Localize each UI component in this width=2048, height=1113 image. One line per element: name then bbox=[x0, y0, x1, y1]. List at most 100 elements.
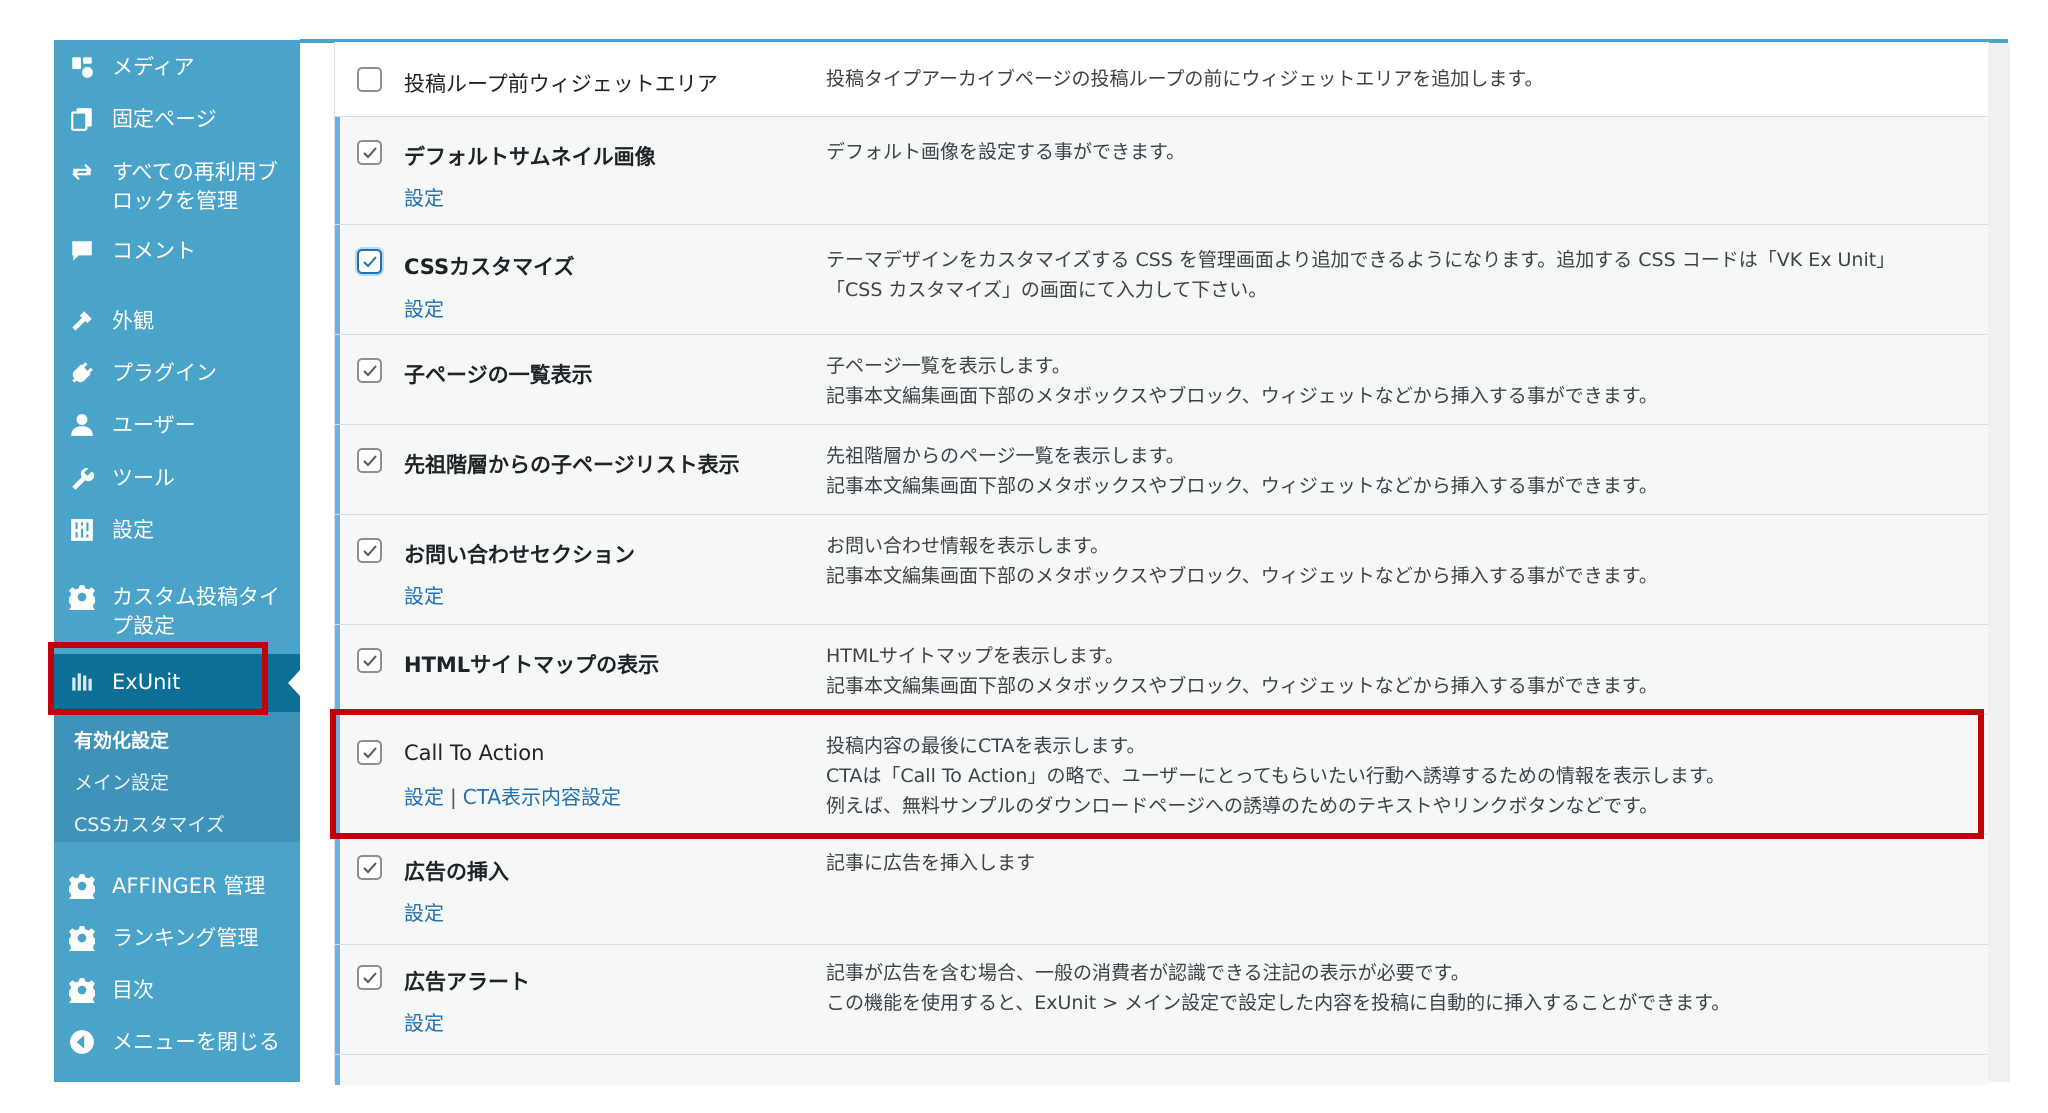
module-name: 広告アラート bbox=[404, 970, 530, 994]
sidebar-item-label: コメント bbox=[112, 239, 196, 263]
module-description: 子ページ一覧を表示します。 記事本文編集画面下部のメタボックスやブロック、ウィジ… bbox=[826, 351, 1966, 411]
module-row-partial bbox=[335, 1055, 1989, 1085]
module-name: 子ページの一覧表示 bbox=[404, 363, 593, 387]
submenu-main-settings[interactable]: メイン設定 bbox=[74, 768, 169, 795]
module-description: 先祖階層からのページ一覧を表示します。 記事本文編集画面下部のメタボックスやブロ… bbox=[826, 441, 1966, 501]
sidebar-item-affinger[interactable]: AFFINGER 管理 bbox=[54, 872, 300, 901]
sidebar-item-users[interactable]: ユーザー bbox=[54, 411, 300, 440]
module-description: 投稿タイプアーカイブページの投稿ループの前にウィジェットエリアを追加します。 bbox=[826, 64, 1966, 94]
module-checkbox[interactable] bbox=[357, 67, 382, 92]
gear-icon bbox=[68, 583, 96, 611]
module-checkbox[interactable] bbox=[357, 648, 382, 673]
sidebar-item-comments[interactable]: コメント bbox=[54, 237, 300, 266]
pages-icon bbox=[68, 105, 96, 133]
sidebar-item-label: メディア bbox=[112, 55, 195, 79]
module-name: 先祖階層からの子ページリスト表示 bbox=[404, 453, 740, 477]
sidebar-item-plugins[interactable]: プラグイン bbox=[54, 359, 300, 388]
settings-link[interactable]: 設定 bbox=[404, 186, 444, 210]
plugins-icon bbox=[68, 359, 96, 387]
sidebar-item-label: ランキング管理 bbox=[112, 926, 259, 950]
module-row-html-sitemap: HTMLサイトマップの表示 HTMLサイトマップを表示します。 記事本文編集画面… bbox=[335, 625, 1989, 715]
sidebar-item-label: 目次 bbox=[112, 978, 154, 1002]
description-line: 子ページ一覧を表示します。 bbox=[826, 355, 1071, 377]
sidebar-item-tools[interactable]: ツール bbox=[54, 464, 300, 493]
sidebar-item-collapse-menu[interactable]: メニューを閉じる bbox=[54, 1028, 300, 1057]
admin-sidebar: メディア 固定ページ すべての再利用ブロックを管理 コメント 外観 プラグイン … bbox=[54, 40, 301, 1082]
module-description: テーマデザインをカスタマイズする CSS を管理画面より追加できるようになります… bbox=[826, 245, 1966, 305]
module-description: デフォルト画像を設定する事ができます。 bbox=[826, 137, 1966, 167]
module-row-css-customize: CSSカスタマイズ 設定 テーマデザインをカスタマイズする CSS を管理画面よ… bbox=[335, 225, 1989, 335]
sidebar-item-label: すべての再利用ブロックを管理 bbox=[112, 160, 278, 213]
module-checkbox[interactable] bbox=[357, 448, 382, 473]
sidebar-item-settings[interactable]: 設定 bbox=[54, 516, 300, 545]
description-line: 記事本文編集画面下部のメタボックスやブロック、ウィジェットなどから挿入する事がで… bbox=[826, 565, 1658, 587]
settings-link[interactable]: 設定 bbox=[404, 1011, 444, 1035]
sidebar-item-ranking[interactable]: ランキング管理 bbox=[54, 924, 300, 953]
module-checkbox[interactable] bbox=[357, 965, 382, 990]
module-description: お問い合わせ情報を表示します。 記事本文編集画面下部のメタボックスやブロック、ウ… bbox=[826, 531, 1966, 591]
module-name: HTMLサイトマップの表示 bbox=[404, 653, 660, 677]
module-checkbox[interactable] bbox=[357, 249, 382, 274]
description-line: 記事本文編集画面下部のメタボックスやブロック、ウィジェットなどから挿入する事がで… bbox=[826, 675, 1658, 697]
sidebar-item-media[interactable]: メディア bbox=[54, 53, 300, 82]
sidebar-item-label: 固定ページ bbox=[112, 107, 217, 131]
description-line: お問い合わせ情報を表示します。 bbox=[826, 535, 1110, 557]
sidebar-item-pages[interactable]: 固定ページ bbox=[54, 105, 300, 134]
sidebar-item-toc[interactable]: 目次 bbox=[54, 976, 300, 1005]
settings-link[interactable]: 設定 bbox=[404, 584, 444, 608]
gear-icon bbox=[68, 872, 96, 900]
module-actions: 設定 bbox=[404, 293, 444, 322]
sidebar-item-appearance[interactable]: 外観 bbox=[54, 307, 300, 336]
module-row-default-thumbnail: デフォルトサムネイル画像 設定 デフォルト画像を設定する事ができます。 bbox=[335, 117, 1989, 225]
exunit-submenu: 有効化設定 メイン設定 CSSカスタマイズ bbox=[54, 712, 300, 842]
current-arrow bbox=[288, 669, 301, 697]
description-line: テーマデザインをカスタマイズする CSS を管理画面より追加できるようになります… bbox=[826, 249, 1896, 271]
description-line: 先祖階層からのページ一覧を表示します。 bbox=[826, 445, 1185, 467]
sidebar-item-custom-post-types[interactable]: カスタム投稿タイプ設定 bbox=[54, 583, 300, 641]
comments-icon bbox=[68, 237, 96, 265]
description-line: デフォルト画像を設定する事ができます。 bbox=[826, 141, 1186, 163]
sidebar-item-label: メニューを閉じる bbox=[112, 1030, 280, 1054]
module-row-child-page-list: 子ページの一覧表示 子ページ一覧を表示します。 記事本文編集画面下部のメタボック… bbox=[335, 335, 1989, 425]
module-checkbox[interactable] bbox=[357, 140, 382, 165]
module-actions: 設定 bbox=[404, 1007, 444, 1036]
module-checkbox[interactable] bbox=[357, 855, 382, 880]
module-name: デフォルトサムネイル画像 bbox=[404, 145, 656, 169]
module-checkbox[interactable] bbox=[357, 538, 382, 563]
tools-icon bbox=[68, 464, 96, 492]
collapse-icon bbox=[68, 1028, 96, 1056]
module-description: 記事に広告を挿入します bbox=[826, 848, 1966, 878]
settings-link[interactable]: 設定 bbox=[404, 297, 444, 321]
module-list: 投稿ループ前ウィジェットエリア 投稿タイプアーカイブページの投稿ループの前にウィ… bbox=[334, 42, 1989, 1085]
module-row-ad-alert: 広告アラート 設定 記事が広告を含む場合、一般の消費者が認識できる注記の表示が必… bbox=[335, 945, 1989, 1055]
users-icon bbox=[68, 411, 96, 439]
sidebar-item-label: 外観 bbox=[112, 309, 154, 333]
submenu-activation-settings[interactable]: 有効化設定 bbox=[74, 726, 169, 753]
module-name: 広告の挿入 bbox=[404, 860, 509, 884]
module-checkbox[interactable] bbox=[357, 358, 382, 383]
module-name: お問い合わせセクション bbox=[404, 543, 635, 567]
sidebar-highlight-box bbox=[48, 642, 268, 715]
description-line: HTMLサイトマップを表示します。 bbox=[826, 645, 1124, 667]
sidebar-item-label: AFFINGER 管理 bbox=[112, 874, 266, 898]
module-row-before-loop-widget: 投稿ループ前ウィジェットエリア 投稿タイプアーカイブページの投稿ループの前にウィ… bbox=[335, 42, 1989, 117]
sidebar-item-reusable-blocks[interactable]: すべての再利用ブロックを管理 bbox=[54, 158, 300, 216]
description-line: 「CSS カスタマイズ」の画面にて入力して下さい。 bbox=[826, 279, 1268, 301]
description-line: この機能を使用すると、ExUnit > メイン設定で設定した内容を投稿に自動的に… bbox=[826, 992, 1731, 1014]
settings-icon bbox=[68, 516, 96, 544]
sidebar-item-label: 設定 bbox=[112, 518, 154, 542]
module-row-ancestor-page-list: 先祖階層からの子ページリスト表示 先祖階層からのページ一覧を表示します。 記事本… bbox=[335, 425, 1989, 515]
gear-icon bbox=[68, 976, 96, 1004]
scrollbar-track[interactable] bbox=[1988, 43, 2010, 1082]
settings-link[interactable]: 設定 bbox=[404, 901, 444, 925]
cta-highlight-box bbox=[330, 709, 1984, 839]
module-actions: 設定 bbox=[404, 897, 444, 926]
module-row-ad-insertion: 広告の挿入 設定 記事に広告を挿入します bbox=[335, 835, 1989, 945]
sidebar-item-label: カスタム投稿タイプ設定 bbox=[112, 585, 280, 638]
sidebar-item-label: ツール bbox=[112, 466, 175, 490]
module-row-contact-section: お問い合わせセクション 設定 お問い合わせ情報を表示します。 記事本文編集画面下… bbox=[335, 515, 1989, 625]
media-icon bbox=[68, 53, 96, 81]
description-line: 投稿タイプアーカイブページの投稿ループの前にウィジェットエリアを追加します。 bbox=[826, 68, 1544, 90]
submenu-css-customize[interactable]: CSSカスタマイズ bbox=[74, 810, 225, 837]
module-description: HTMLサイトマップを表示します。 記事本文編集画面下部のメタボックスやブロック… bbox=[826, 641, 1966, 701]
